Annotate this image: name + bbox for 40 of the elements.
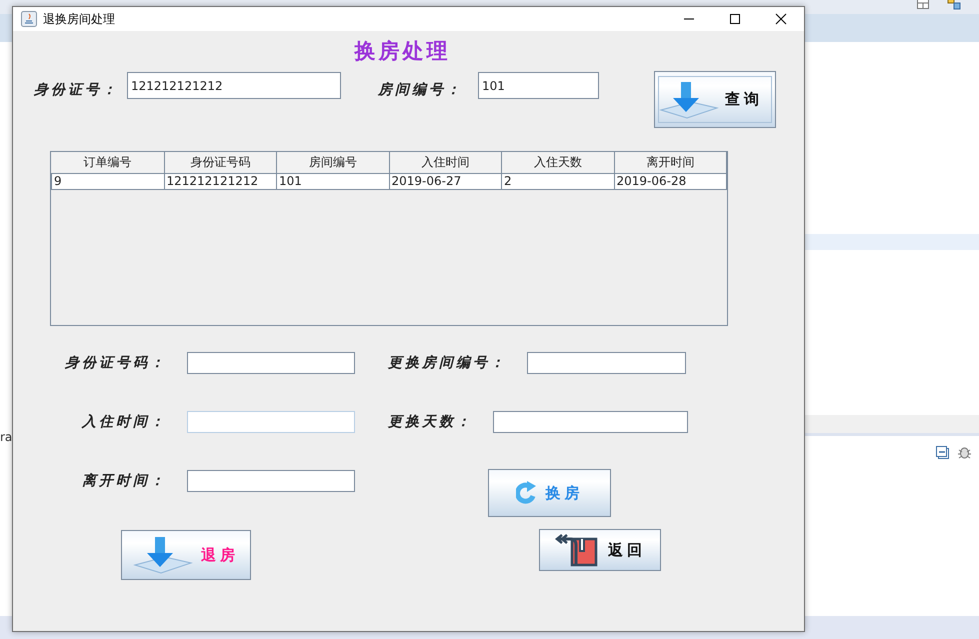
field-label: 身份证号： <box>34 81 120 99</box>
query-button[interactable]: 查询 <box>654 71 776 128</box>
column-header[interactable]: 离开时间 <box>614 152 726 174</box>
input-field[interactable]: 121212121212 <box>127 72 341 99</box>
minimize-view-icon[interactable] <box>936 446 949 459</box>
return-icon <box>554 533 600 567</box>
download-arrow-icon <box>133 535 193 575</box>
input-field[interactable]: 101 <box>478 72 599 99</box>
table-cell: 2019-06-27 <box>389 174 502 190</box>
window-title: 退换房间处理 <box>43 10 115 28</box>
input-field[interactable] <box>187 470 355 492</box>
page-heading: 换房处理 <box>354 37 450 65</box>
layout-icon[interactable] <box>916 0 930 10</box>
column-header[interactable]: 房间编号 <box>276 152 389 174</box>
field-label: 身份证号码： <box>64 354 167 372</box>
table-cell: 2 <box>502 174 614 190</box>
table-cell: 101 <box>276 174 389 190</box>
field-label: 更换天数： <box>386 413 473 431</box>
column-header[interactable]: 订单编号 <box>52 152 164 174</box>
table-cell: 2019-06-28 <box>614 174 726 190</box>
table-cell: 9 <box>52 174 164 190</box>
column-header[interactable]: 身份证号码 <box>164 152 276 174</box>
bug-icon[interactable] <box>957 445 972 460</box>
table-cell: 121212121212 <box>164 174 276 190</box>
download-arrow-icon <box>659 80 719 120</box>
perspective-icon[interactable] <box>947 0 961 10</box>
input-field[interactable] <box>187 352 355 374</box>
back-button[interactable]: 返回 <box>539 529 661 571</box>
column-header[interactable]: 入住时间 <box>389 152 502 174</box>
field-label: 更换房间编号： <box>386 354 507 372</box>
editor-text: ra <box>0 430 12 444</box>
field-label: 离开时间： <box>81 472 167 490</box>
input-field[interactable] <box>187 411 355 433</box>
input-field[interactable] <box>493 411 688 433</box>
field-label: 房间编号： <box>378 81 464 99</box>
column-header[interactable]: 入住天数 <box>502 152 614 174</box>
refresh-icon <box>516 481 538 505</box>
input-field[interactable] <box>527 352 686 374</box>
java-app-icon <box>21 11 37 27</box>
field-label: 入住时间： <box>80 413 167 431</box>
